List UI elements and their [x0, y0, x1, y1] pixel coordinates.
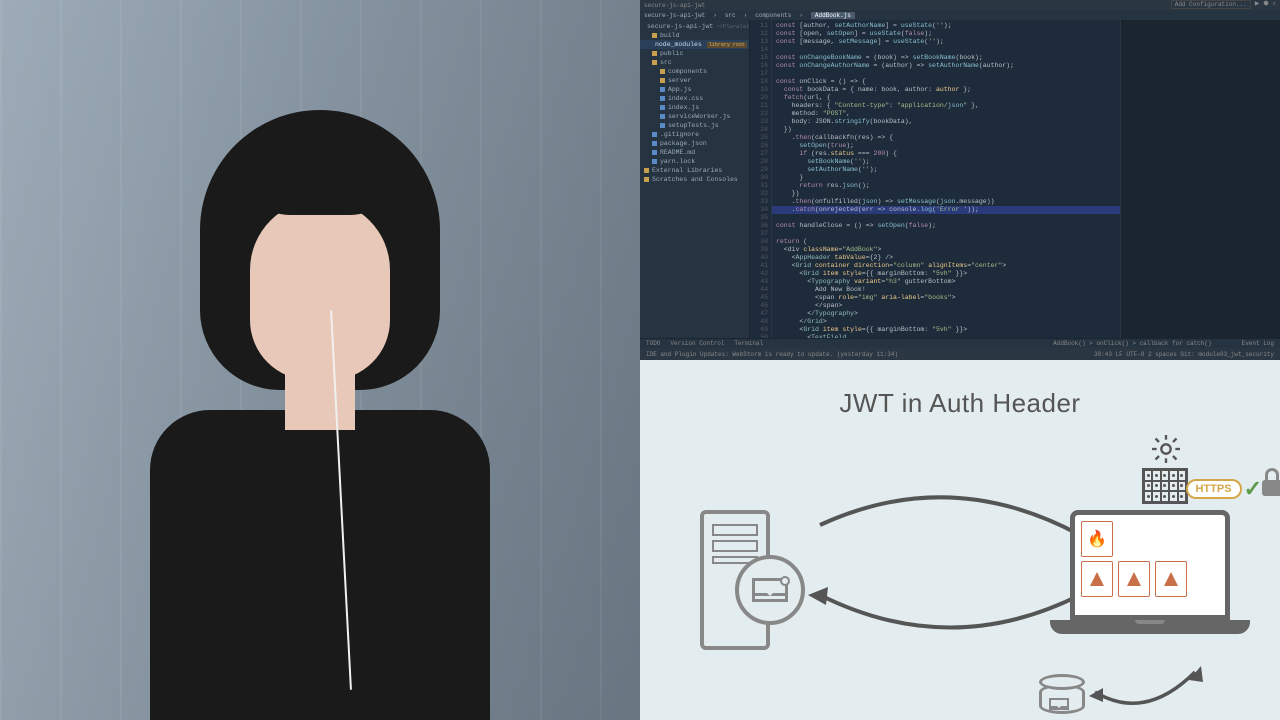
file-icon [652, 132, 657, 137]
tree-item-readme-md[interactable]: README.md [640, 148, 749, 157]
tile-icon [1118, 561, 1150, 597]
file-icon [660, 123, 665, 128]
ide-window: secure-js-api-jwt Add Configuration... ▶… [640, 0, 1280, 360]
editor-breadcrumb: AddBook() > onClick() > callback for cat… [1053, 340, 1211, 347]
gear-icon [1152, 435, 1180, 463]
tree-item--gitignore[interactable]: .gitignore [640, 130, 749, 139]
course-thumbnail-photo [0, 0, 640, 720]
https-badge: HTTPS ✓ [1186, 476, 1263, 502]
tree-item-server[interactable]: server [640, 76, 749, 85]
tree-item-src[interactable]: src [640, 58, 749, 67]
tab-terminal[interactable]: Terminal [734, 340, 763, 347]
bottom-tool-tabs: TODO Version Control Terminal AddBook() … [640, 338, 1280, 348]
client-laptop-icon: 🔥 [1070, 510, 1250, 634]
ide-titlebar: secure-js-api-jwt Add Configuration... ▶… [640, 0, 1280, 10]
code-editor[interactable]: 11 12 13 14 15 16 17 18 19 20 21 22 23 2… [750, 20, 1120, 338]
minimap[interactable] [1120, 20, 1280, 338]
tree-item-yarn-lock[interactable]: yarn.lock [640, 157, 749, 166]
add-configuration-button[interactable]: Add Configuration... [1171, 0, 1251, 9]
folder-icon [652, 60, 657, 65]
tree-item-build[interactable]: build [640, 31, 749, 40]
breadcrumb: secure-js-api-jwt › src › components › A… [640, 10, 1280, 20]
debug-icon[interactable]: ⬢ [1263, 0, 1268, 9]
tree-item-serviceworker-js[interactable]: serviceWorker.js [640, 112, 749, 121]
file-icon [660, 105, 665, 110]
folder-icon [644, 177, 649, 182]
run-icon[interactable]: ▶ [1255, 0, 1260, 9]
tile-icon [1081, 561, 1113, 597]
tile-icon [1155, 561, 1187, 597]
local-storage-icon [1039, 674, 1085, 714]
tree-item-package-json[interactable]: package.json [640, 139, 749, 148]
jwt-diagram: JWT in Auth Header [640, 360, 1280, 720]
tree-item-public[interactable]: public [640, 49, 749, 58]
folder-icon [644, 168, 649, 173]
folder-icon [660, 69, 665, 74]
project-name: secure-js-api-jwt [644, 2, 705, 9]
tree-item-index-css[interactable]: index.css [640, 94, 749, 103]
tree-item-index-js[interactable]: index.js [640, 103, 749, 112]
status-right: 38:43 LF UTF-8 2 spaces Git: module03_jw… [1094, 351, 1274, 358]
search-icon[interactable]: ⌕ [1273, 0, 1276, 9]
file-icon [652, 159, 657, 164]
tab-todo[interactable]: TODO [646, 340, 660, 347]
tree-item-setuptests-js[interactable]: setupTests.js [640, 121, 749, 130]
request-envelope-icon [735, 555, 805, 625]
file-icon [652, 141, 657, 146]
code-area[interactable]: const [author, setAuthorName] = useState… [772, 20, 1120, 338]
folder-icon [660, 78, 665, 83]
line-gutter: 11 12 13 14 15 16 17 18 19 20 21 22 23 2… [750, 20, 772, 338]
folder-icon [652, 51, 657, 56]
tab-addbook[interactable]: AddBook.js [811, 12, 855, 19]
tree-item-app-js[interactable]: App.js [640, 85, 749, 94]
file-icon [660, 114, 665, 119]
tree-item-scratches-and-consoles[interactable]: Scratches and Consoles [640, 175, 749, 184]
file-icon [652, 150, 657, 155]
lock-icon [1260, 468, 1280, 496]
project-tree[interactable]: secure-js-api-jwt ~/PluralsightProjectsb… [640, 20, 750, 338]
status-message: IDE and Plugin Updates: WebStorm is read… [646, 351, 898, 358]
file-icon [660, 96, 665, 101]
tree-item-node_modules[interactable]: node_moduleslibrary root [640, 40, 749, 49]
file-icon [660, 87, 665, 92]
tree-item-components[interactable]: components [640, 67, 749, 76]
event-log-button[interactable]: Event Log [1242, 340, 1274, 347]
fire-icon: 🔥 [1081, 521, 1113, 557]
tab-vcs[interactable]: Version Control [670, 340, 724, 347]
firewall-icon [1142, 468, 1188, 504]
status-bar: IDE and Plugin Updates: WebStorm is read… [640, 348, 1280, 360]
tree-item-external-libraries[interactable]: External Libraries [640, 166, 749, 175]
folder-icon [652, 33, 657, 38]
tree-item-secure-js-api-jwt[interactable]: secure-js-api-jwt ~/PluralsightProjects [640, 22, 749, 31]
diagram-title: JWT in Auth Header [640, 388, 1280, 419]
